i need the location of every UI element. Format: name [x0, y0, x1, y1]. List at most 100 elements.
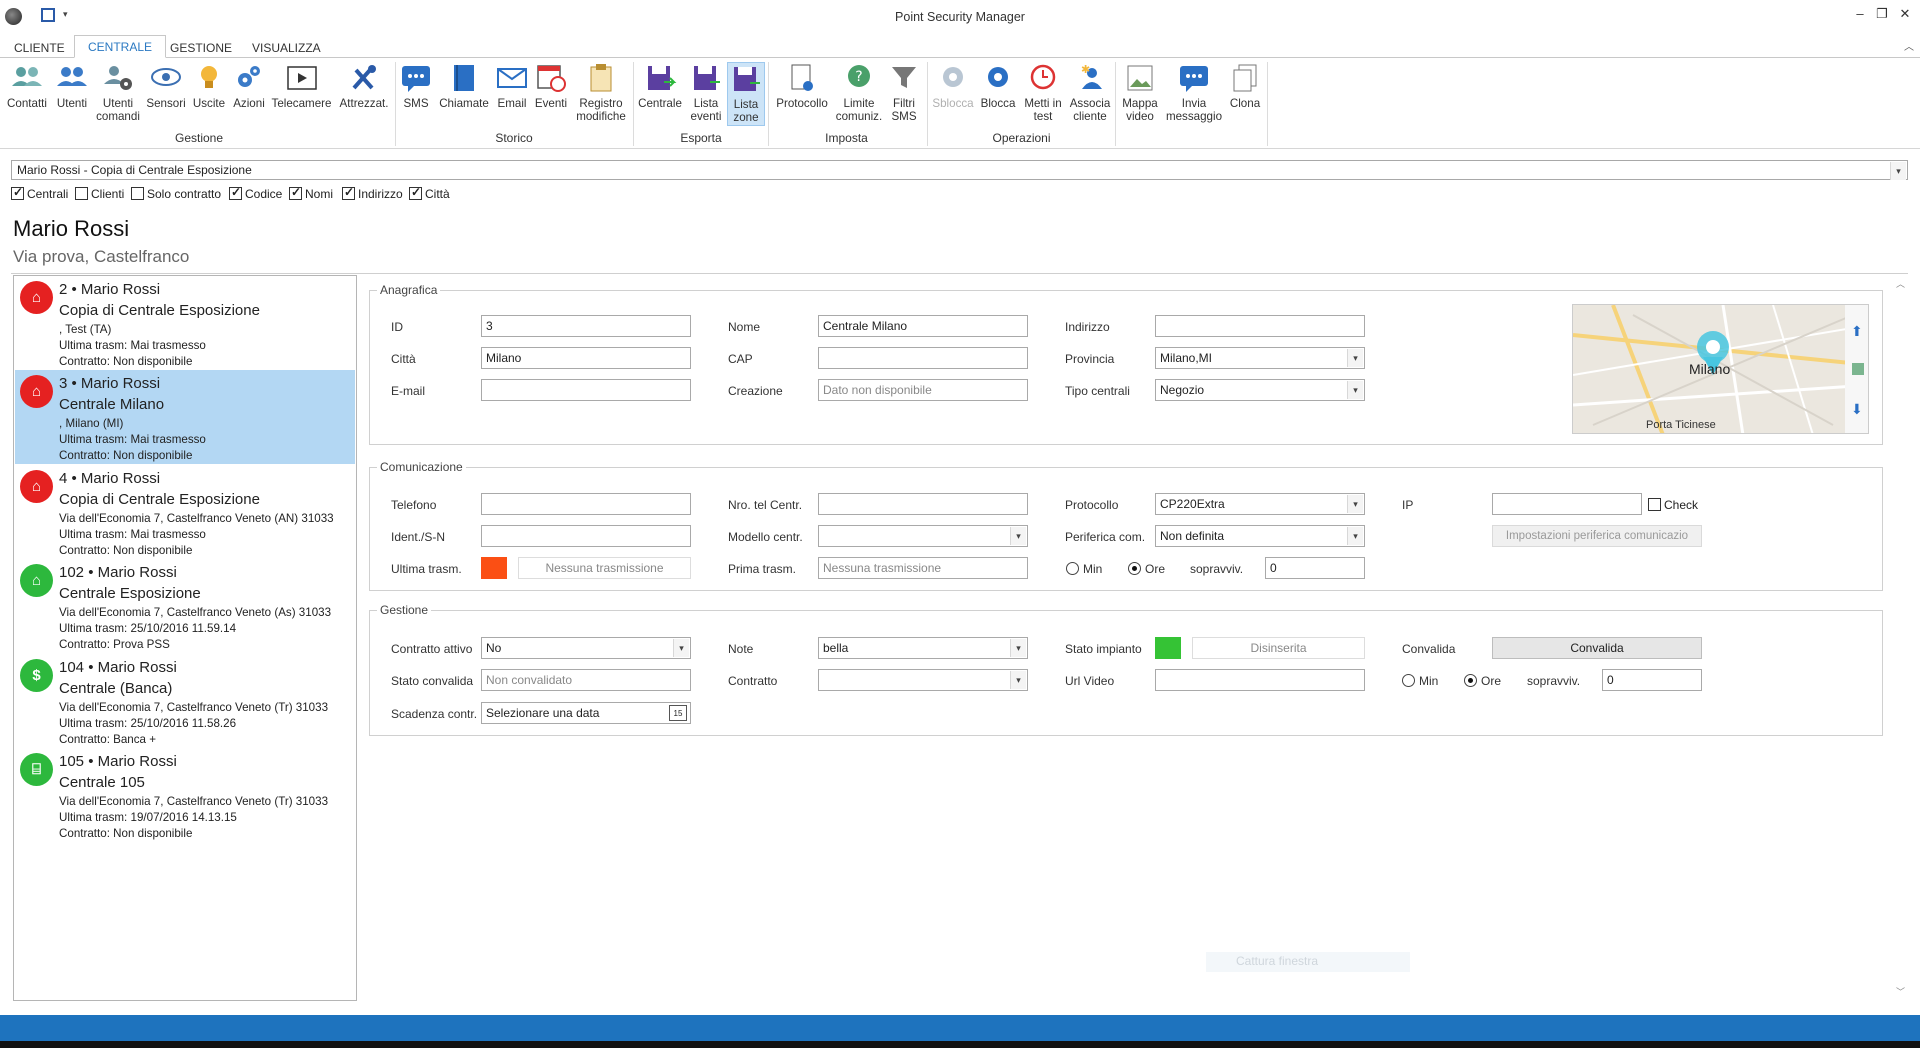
- ip-field[interactable]: [1492, 493, 1642, 515]
- note-select[interactable]: bella ▾: [818, 637, 1028, 659]
- eventi-button[interactable]: Eventi: [532, 62, 570, 110]
- checkbox-checked-icon[interactable]: [289, 185, 302, 200]
- restore-button[interactable]: ❐: [1873, 6, 1891, 24]
- checkbox-icon[interactable]: [75, 187, 88, 200]
- chevron-down-icon[interactable]: ▾: [1010, 527, 1026, 545]
- map-layer-icon[interactable]: [1852, 363, 1864, 375]
- attrezzat-button[interactable]: Attrezzat.: [334, 62, 394, 110]
- calendar-icon[interactable]: 15: [669, 705, 687, 721]
- metti-in-test-button[interactable]: Metti in test: [1020, 62, 1066, 123]
- cap-field[interactable]: [818, 347, 1028, 369]
- list-item[interactable]: $ 104 • Mario Rossi Centrale (Banca) Via…: [15, 654, 355, 748]
- id-field[interactable]: 3: [481, 315, 691, 337]
- list-item[interactable]: ⌸ 105 • Mario Rossi Centrale 105 Via del…: [15, 748, 355, 842]
- protocollo-button[interactable]: Protocollo: [771, 62, 833, 110]
- filter-clienti[interactable]: Clienti: [75, 187, 124, 201]
- tipo-centrali-select[interactable]: Negozio ▾: [1155, 379, 1365, 401]
- checkbox-icon[interactable]: [131, 187, 144, 200]
- filter-indirizzo[interactable]: Indirizzo: [342, 185, 403, 201]
- radio-selected-icon[interactable]: [1128, 562, 1141, 575]
- centrale-selector[interactable]: Mario Rossi - Copia di Centrale Esposizi…: [11, 160, 1908, 180]
- invia-messaggio-button[interactable]: Invia messaggio: [1163, 62, 1225, 123]
- nro-tel-field[interactable]: [818, 493, 1028, 515]
- convalida-button[interactable]: Convalida: [1492, 637, 1702, 659]
- chevron-down-icon[interactable]: ▾: [1347, 381, 1363, 399]
- sensori-button[interactable]: Sensori: [144, 62, 188, 110]
- radio-icon[interactable]: [1402, 674, 1415, 687]
- chevron-down-icon[interactable]: ▾: [1010, 671, 1026, 689]
- scroll-up-icon[interactable]: ︿: [1896, 277, 1905, 290]
- centrali-list[interactable]: ⌂ 2 • Mario Rossi Copia di Centrale Espo…: [13, 275, 357, 1001]
- scrollbar[interactable]: ︿ ﹀: [1894, 275, 1908, 1001]
- modello-select[interactable]: ▾: [818, 525, 1028, 547]
- utenti-comandi-button[interactable]: Utenti comandi: [93, 62, 143, 123]
- lista-eventi-button[interactable]: Lista eventi: [686, 62, 726, 123]
- ident-field[interactable]: [481, 525, 691, 547]
- chevron-down-icon[interactable]: ▾: [1347, 495, 1363, 513]
- email-button[interactable]: Email: [494, 62, 530, 110]
- list-item[interactable]: ⌂ 102 • Mario Rossi Centrale Esposizione…: [15, 559, 355, 653]
- chevron-down-icon[interactable]: ▾: [1347, 527, 1363, 545]
- azioni-button[interactable]: Azioni: [230, 62, 268, 110]
- list-item[interactable]: ⌂ 4 • Mario Rossi Copia di Centrale Espo…: [15, 465, 355, 559]
- sblocca-button[interactable]: Sblocca: [930, 62, 976, 110]
- impostazioni-periferica-button[interactable]: Impostazioni periferica comunicazio: [1492, 525, 1702, 547]
- minimize-button[interactable]: –: [1851, 6, 1869, 24]
- chevron-down-icon[interactable]: ▾: [673, 639, 689, 657]
- list-item[interactable]: ⌂ 2 • Mario Rossi Copia di Centrale Espo…: [15, 276, 355, 370]
- periferica-select[interactable]: Non definita ▾: [1155, 525, 1365, 547]
- clona-button[interactable]: Clona: [1227, 62, 1263, 110]
- chevron-down-icon[interactable]: ▾: [1010, 639, 1026, 657]
- filter-citta[interactable]: Città: [409, 185, 450, 201]
- arrow-up-icon[interactable]: ⬆: [1851, 323, 1863, 340]
- protocollo-select[interactable]: CP220Extra ▾: [1155, 493, 1365, 515]
- email-field[interactable]: [481, 379, 691, 401]
- registro-modifiche-button[interactable]: Registro modifiche: [572, 62, 630, 123]
- list-item-selected[interactable]: ⌂ 3 • Mario Rossi Centrale Milano , Mila…: [15, 370, 355, 464]
- utenti-button[interactable]: Utenti: [52, 62, 92, 110]
- check-toggle[interactable]: Check: [1648, 498, 1698, 512]
- chiamate-button[interactable]: Chiamate: [436, 62, 492, 110]
- limite-comuniz-button[interactable]: ? Limite comuniz.: [834, 62, 884, 123]
- close-button[interactable]: ✕: [1896, 6, 1914, 24]
- radio-selected-icon[interactable]: [1464, 674, 1477, 687]
- uscite-button[interactable]: Uscite: [189, 62, 229, 110]
- sopravviv-field[interactable]: 0: [1265, 557, 1365, 579]
- citta-field[interactable]: Milano: [481, 347, 691, 369]
- centrale-export-button[interactable]: Centrale: [636, 62, 684, 110]
- scroll-down-icon[interactable]: ﹀: [1896, 985, 1905, 998]
- contratto-select[interactable]: ▾: [818, 669, 1028, 691]
- associa-cliente-button[interactable]: ✱ Associa cliente: [1067, 62, 1113, 123]
- url-video-field[interactable]: [1155, 669, 1365, 691]
- sopravviv-field-gestione[interactable]: 0: [1602, 669, 1702, 691]
- stato-convalida-field[interactable]: Non convalidato: [481, 669, 691, 691]
- tab-visualizza[interactable]: VISUALIZZA: [239, 38, 334, 58]
- ore-radio[interactable]: Ore: [1128, 562, 1165, 576]
- checkbox-checked-icon[interactable]: [11, 185, 24, 200]
- checkbox-checked-icon[interactable]: [342, 185, 355, 200]
- filter-nomi[interactable]: Nomi: [289, 185, 333, 201]
- collapse-ribbon-icon[interactable]: ︿: [1904, 38, 1914, 53]
- checkbox-checked-icon[interactable]: [409, 185, 422, 200]
- tab-cliente[interactable]: CLIENTE: [1, 38, 78, 58]
- ore-radio-gestione[interactable]: Ore: [1464, 674, 1501, 688]
- telecamere-button[interactable]: Telecamere: [270, 62, 333, 110]
- tab-centrale[interactable]: CENTRALE: [74, 35, 167, 58]
- contratto-attivo-select[interactable]: No ▾: [481, 637, 691, 659]
- location-map[interactable]: Milano Porta Ticinese ⬆ ⬇: [1572, 304, 1869, 434]
- mappa-video-button[interactable]: Mappa video: [1118, 62, 1162, 123]
- filtri-sms-button[interactable]: Filtri SMS: [886, 62, 922, 123]
- prima-trasm-field[interactable]: Nessuna trasmissione: [818, 557, 1028, 579]
- sms-button[interactable]: SMS: [398, 62, 434, 110]
- filter-solo-contratto[interactable]: Solo contratto: [131, 187, 221, 201]
- radio-icon[interactable]: [1066, 562, 1079, 575]
- blocca-button[interactable]: Blocca: [977, 62, 1019, 110]
- min-radio[interactable]: Min: [1066, 562, 1102, 576]
- checkbox-checked-icon[interactable]: [229, 185, 242, 200]
- nome-field[interactable]: Centrale Milano: [818, 315, 1028, 337]
- creazione-field[interactable]: Dato non disponibile: [818, 379, 1028, 401]
- chevron-down-icon[interactable]: ▾: [1890, 162, 1906, 180]
- scadenza-datepicker[interactable]: Selezionare una data 15: [481, 702, 691, 724]
- tab-gestione[interactable]: GESTIONE: [157, 38, 245, 58]
- contatti-button[interactable]: Contatti: [4, 62, 50, 110]
